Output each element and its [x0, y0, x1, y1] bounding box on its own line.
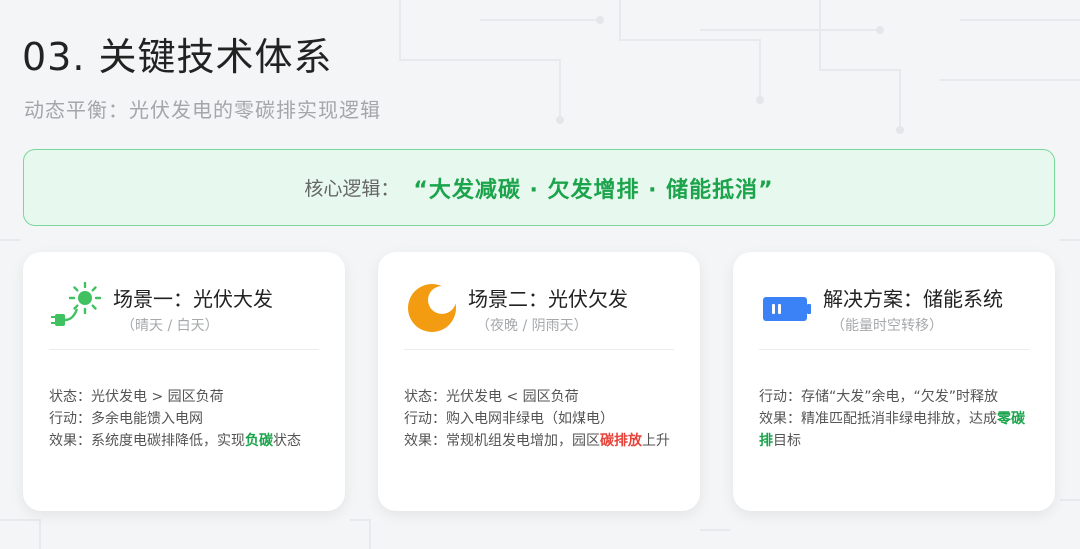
- card-title: 场景一：光伏大发: [113, 287, 273, 311]
- divider: [49, 349, 319, 350]
- effect-line: 效果：常规机组发电增加，园区碳排放上升: [404, 433, 670, 449]
- banner-label: 核心逻辑：: [304, 178, 400, 200]
- card-header: 场景一：光伏大发 （晴天 / 白天）: [51, 278, 321, 340]
- scenario-card-1: 场景一：光伏大发 （晴天 / 白天） 状态：光伏发电 > 园区负荷 行动：多余电…: [23, 252, 345, 511]
- divider: [759, 349, 1029, 350]
- card-subtitle: （晴天 / 白天）: [121, 318, 219, 334]
- battery-icon: [763, 297, 811, 321]
- card-body: 行动：存储“大发”余电，“欠发”时释放 效果：精准匹配抵消非绿电排放，达成零碳排…: [759, 386, 1031, 452]
- card-subtitle: （夜晚 / 阴雨天）: [476, 318, 588, 334]
- card-body: 状态：光伏发电 < 园区负荷 行动：购入电网非绿电（如煤电） 效果：常规机组发电…: [404, 386, 676, 452]
- moon-icon: [408, 284, 456, 332]
- page-subtitle: 动态平衡：光伏发电的零碳排实现逻辑: [24, 98, 381, 122]
- highlight-carbon-emission: 碳排放: [600, 433, 642, 449]
- card-title: 解决方案：储能系统: [823, 287, 1003, 311]
- action-line: 行动：存储“大发”余电，“欠发”时释放: [759, 389, 999, 405]
- effect-line: 效果：精准匹配抵消非绿电排放，达成零碳排目标: [759, 411, 1025, 449]
- action-line: 行动：多余电能馈入电网: [49, 411, 203, 427]
- banner-slogan: “大发减碳 · 欠发增排 · 储能抵消”: [413, 177, 774, 203]
- card-body: 状态：光伏发电 > 园区负荷 行动：多余电能馈入电网 效果：系统度电碳排降低，实…: [49, 386, 321, 452]
- divider: [404, 349, 674, 350]
- card-subtitle: （能量时空转移）: [831, 318, 943, 334]
- action-line: 行动：购入电网非绿电（如煤电）: [404, 411, 614, 427]
- card-title: 场景二：光伏欠发: [468, 287, 628, 311]
- highlight-negative-carbon: 负碳: [245, 433, 273, 449]
- scenario-card-2: 场景二：光伏欠发 （夜晚 / 阴雨天） 状态：光伏发电 < 园区负荷 行动：购入…: [378, 252, 700, 511]
- solar-plug-icon: [51, 281, 102, 326]
- solution-card: 解决方案：储能系统 （能量时空转移） 行动：存储“大发”余电，“欠发”时释放 效…: [733, 252, 1055, 511]
- core-logic-banner: 核心逻辑： “大发减碳 · 欠发增排 · 储能抵消”: [23, 149, 1055, 226]
- card-header: 场景二：光伏欠发 （夜晚 / 阴雨天）: [406, 278, 676, 340]
- status-line: 状态：光伏发电 > 园区负荷: [49, 389, 224, 405]
- status-line: 状态：光伏发电 < 园区负荷: [404, 389, 579, 405]
- page-title: 03. 关键技术体系: [22, 35, 333, 79]
- effect-line: 效果：系统度电碳排降低，实现负碳状态: [49, 433, 301, 449]
- card-header: 解决方案：储能系统 （能量时空转移）: [761, 278, 1031, 340]
